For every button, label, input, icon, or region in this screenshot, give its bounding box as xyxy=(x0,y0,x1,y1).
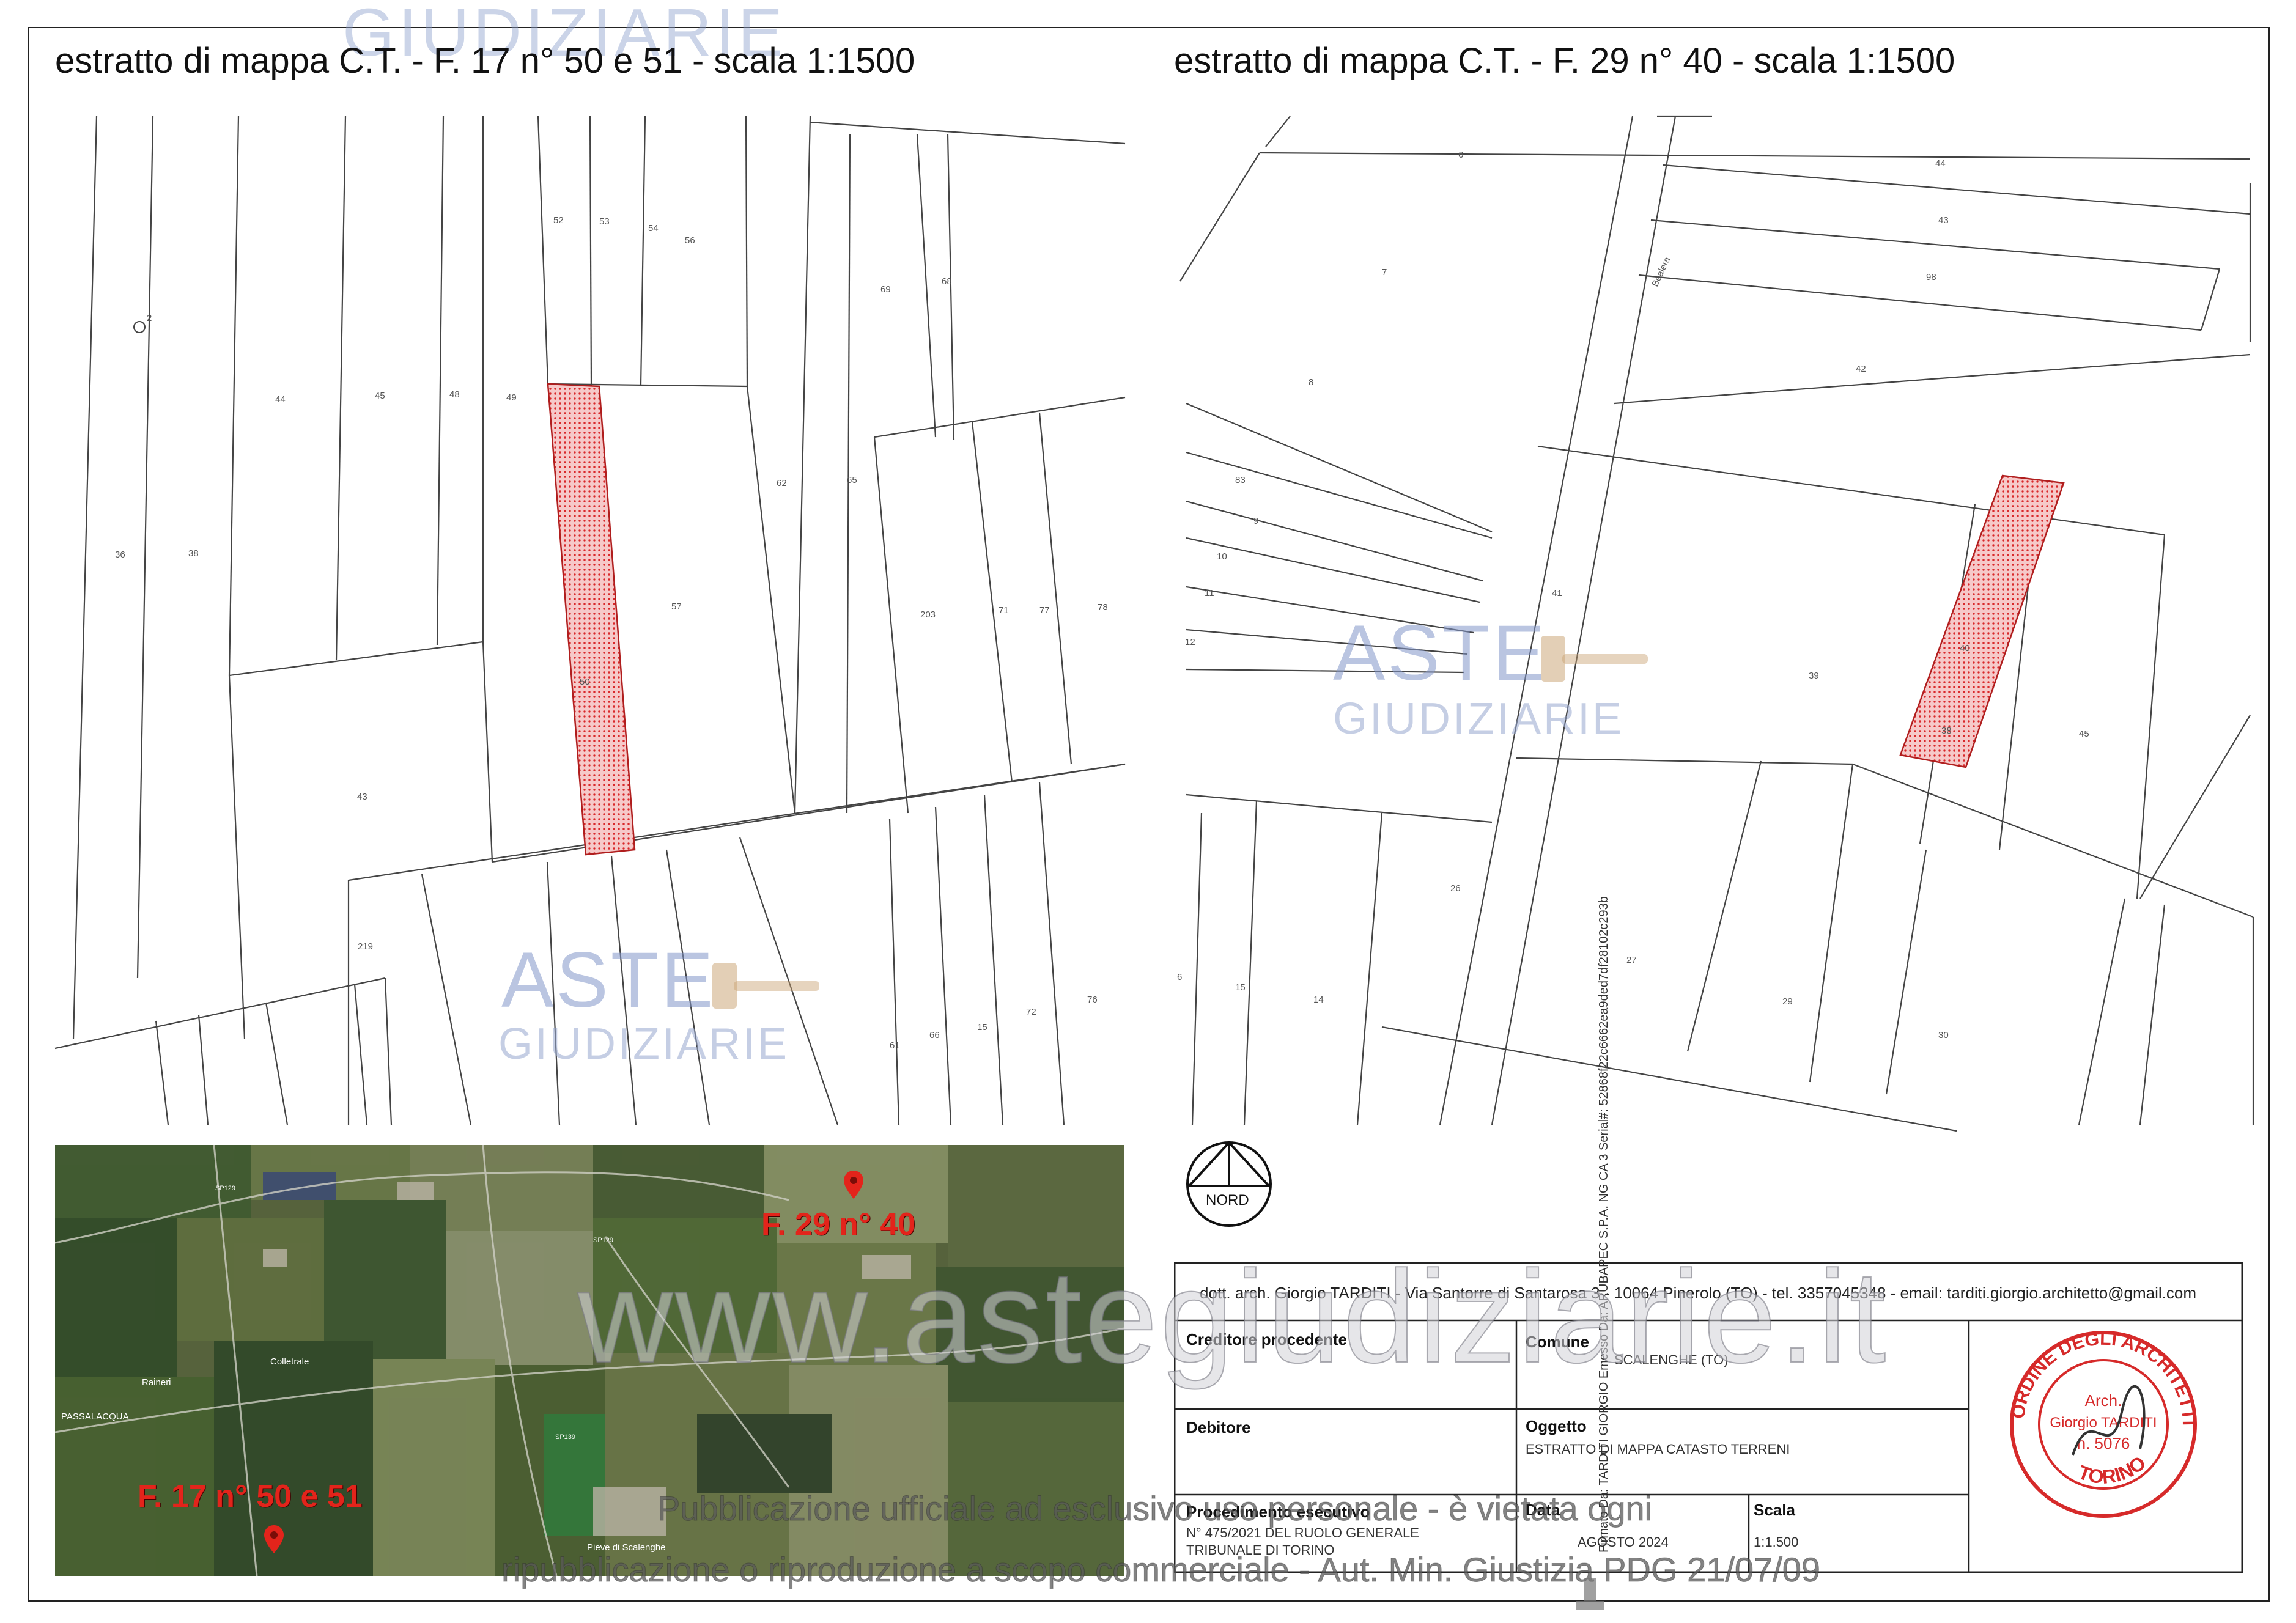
data-value: AGOSTO 2024 xyxy=(1578,1534,1669,1550)
parcel-label: 65 xyxy=(847,475,857,485)
parcel-label: 98 xyxy=(1926,272,1936,282)
parcel-label: 83 xyxy=(1235,475,1246,485)
parcel-label: 10 xyxy=(1217,551,1227,562)
gavel-icon xyxy=(712,963,819,1009)
stamp-bottom-text: TORINO xyxy=(2075,1451,2150,1488)
place-label: PASSALACQUA xyxy=(61,1411,129,1422)
debitore-label: Debitore xyxy=(1186,1418,1251,1437)
aste-watermark: ASTE xyxy=(501,937,716,1024)
oggetto-value: ESTRATTO DI MAPPA CATASTO TERRENI xyxy=(1526,1441,1790,1457)
parcel-label: 6 xyxy=(1458,150,1463,160)
parcel-label: 27 xyxy=(1626,955,1637,965)
giudiziarie-watermark: GIUDIZIARIE xyxy=(1333,694,1625,743)
parcel-label: 38 xyxy=(188,548,199,559)
parcel-label: 44 xyxy=(275,394,286,405)
publication-notice-2: ripubblicazione o riproduzione a scopo c… xyxy=(501,1550,1821,1589)
oggetto-label: Oggetto xyxy=(1526,1417,1587,1435)
parcel-label: 57 xyxy=(671,602,682,612)
place-label: SP139 xyxy=(555,1433,576,1441)
aerial-label-f17: F. 17 n° 50 e 51 xyxy=(138,1479,363,1514)
map-pin-icon xyxy=(264,1525,284,1553)
giudiziarie-watermark: GIUDIZIARIE xyxy=(498,1020,790,1069)
parcel-label: 68 xyxy=(942,276,952,287)
parcel-label: 7 xyxy=(1382,267,1387,278)
parcel-label: 54 xyxy=(648,223,659,234)
parcel-label: 71 xyxy=(999,605,1009,616)
parcel-label: 44 xyxy=(1935,158,1946,169)
parcel-label: 29 xyxy=(1782,996,1793,1007)
parcel-label: 42 xyxy=(1856,364,1866,374)
site-watermark: www.astegiudiziarie.it xyxy=(577,1242,1889,1391)
parcel-label: 50 xyxy=(580,677,590,687)
parcel-label: 72 xyxy=(1026,1007,1036,1017)
parcel-label: 38 xyxy=(1941,726,1952,736)
parcel-label: 48 xyxy=(449,389,460,400)
aerial-label-f29: F. 29 n° 40 xyxy=(761,1207,916,1242)
parcel-label: 6 xyxy=(1177,972,1182,982)
parcel-label: 14 xyxy=(1313,995,1324,1005)
place-label: Raineri xyxy=(142,1377,171,1388)
parcel-label: 30 xyxy=(1938,1030,1949,1040)
road-label: Bealera xyxy=(1650,255,1673,289)
parcel-label: 45 xyxy=(2079,729,2089,739)
parcel-label: 49 xyxy=(506,392,517,403)
parcel-label: 52 xyxy=(553,215,564,226)
parcel-label: 39 xyxy=(1809,671,1819,681)
map-pin-icon xyxy=(844,1171,863,1199)
publication-notice-1: Pubblicazione ufficiale ad esclusivo uso… xyxy=(657,1489,1653,1528)
parcel-label: 36 xyxy=(115,550,125,560)
svg-text:2: 2 xyxy=(147,313,152,323)
parcel-label: 15 xyxy=(1235,982,1246,993)
stamp-inner-2: Giorgio TARDITI xyxy=(2050,1415,2157,1431)
parcel-label: 43 xyxy=(1938,215,1949,226)
north-arrow-icon xyxy=(1186,1141,1272,1227)
parcel-label: 62 xyxy=(777,478,787,488)
parcel-label: 203 xyxy=(920,609,936,620)
stamp-inner-1: Arch. xyxy=(2085,1391,2122,1410)
parcel-label: 66 xyxy=(929,1030,940,1040)
highlight-parcel-40 xyxy=(1899,474,2065,768)
parcel-label: 43 xyxy=(357,792,367,802)
architect-stamp: ORDINE DEGLI ARCHITETTI DELLA PROVINCIA … xyxy=(2006,1327,2199,1518)
parcel-label: 26 xyxy=(1450,883,1461,894)
cadastral-map-right: Bealera 6 44 43 98 7 42 8 83 9 10 11 12 … xyxy=(1177,115,2254,1132)
parcel-label: 8 xyxy=(1309,377,1313,388)
north-arrow-label: NORD xyxy=(1206,1192,1249,1209)
scala-label: Scala xyxy=(1754,1501,1795,1519)
parcel-label: 78 xyxy=(1098,602,1108,613)
digital-signature-text: Firmato Da: TARDITI GIORGIO Emesso Da: A… xyxy=(1597,896,1611,1553)
parcel-label: 61 xyxy=(890,1040,900,1051)
parcel-label: 219 xyxy=(358,941,373,952)
parcel-label: 11 xyxy=(1205,588,1214,598)
stamp-outer-text: ORDINE DEGLI ARCHITETTI DELLA PROVINCIA xyxy=(2006,1327,2199,1426)
stamp-inner-3: n. 5076 xyxy=(2077,1434,2130,1452)
parcel-label: 15 xyxy=(977,1022,987,1032)
highlight-parcel-50-51 xyxy=(547,383,636,856)
parcel-label: 45 xyxy=(375,391,385,401)
svg-text:TORINO: TORINO xyxy=(2075,1451,2150,1488)
parcel-label: 77 xyxy=(1039,605,1050,616)
parcel-label: 9 xyxy=(1253,516,1258,526)
parcel-label: 69 xyxy=(880,284,891,295)
parcel-label: 12 xyxy=(1185,637,1195,647)
parcel-label: 53 xyxy=(599,216,610,227)
parcel-label: 56 xyxy=(685,235,695,246)
parcel-label: 76 xyxy=(1087,995,1098,1005)
place-label: Colletrale xyxy=(270,1356,309,1367)
place-label: SP129 xyxy=(215,1185,236,1192)
scala-value: 1:1.500 xyxy=(1754,1534,1799,1550)
aste-watermark: ASTE xyxy=(1333,609,1548,697)
parcel-label: 41 xyxy=(1552,588,1562,598)
parcel-label: 40 xyxy=(1960,643,1970,653)
svg-text:ORDINE DEGLI ARCHITETTI DELLA: ORDINE DEGLI ARCHITETTI DELLA PROVINCIA xyxy=(2006,1327,2199,1426)
gavel-icon xyxy=(1541,636,1648,682)
gavel-icon xyxy=(1576,1578,1604,1610)
